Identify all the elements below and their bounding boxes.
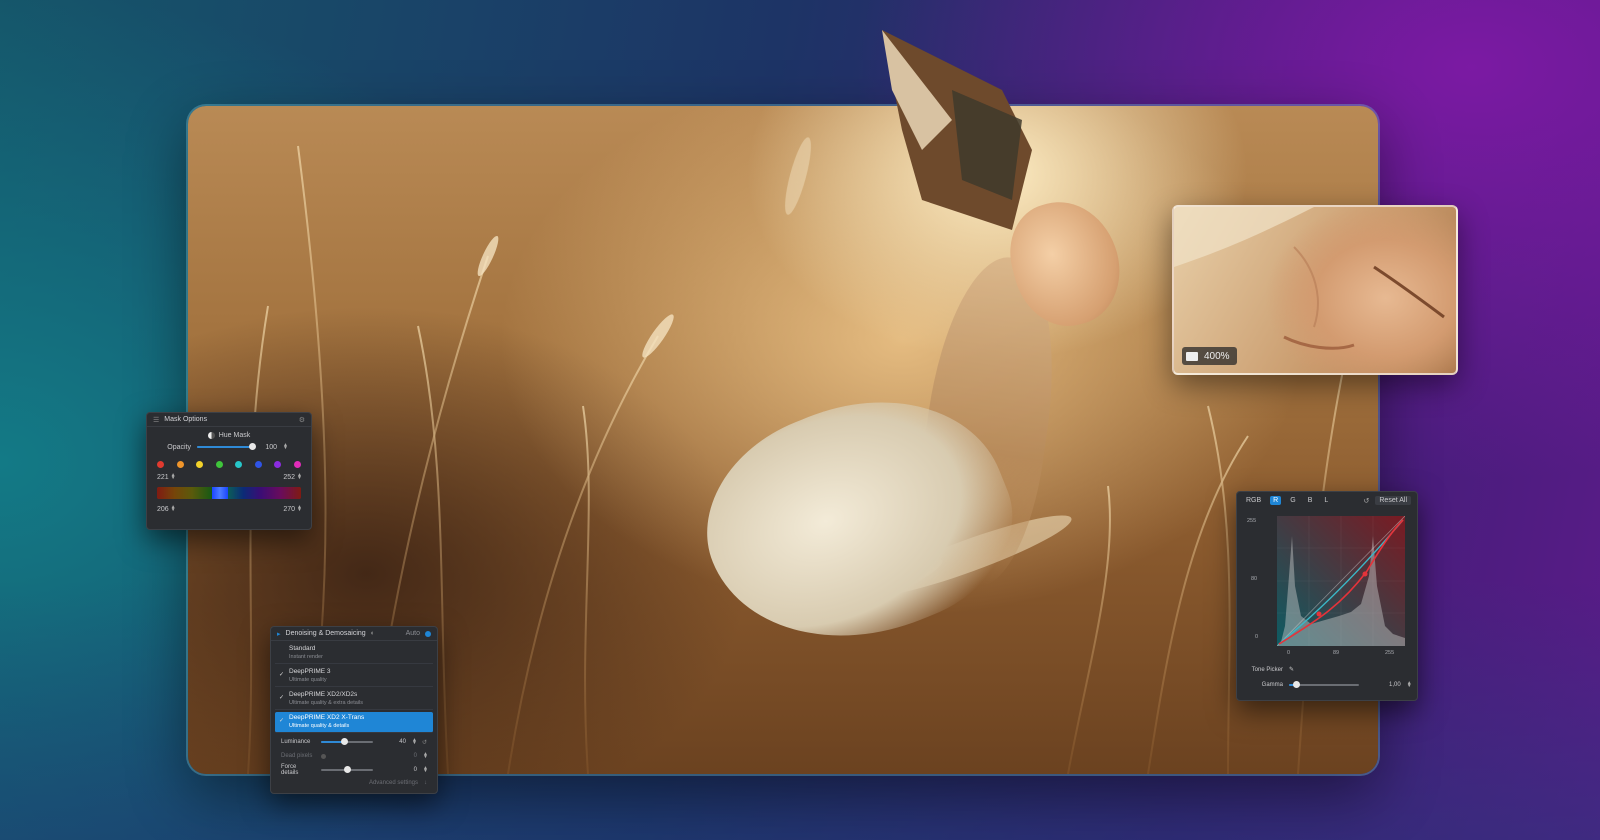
hue-swatch-row [147,456,311,472]
gamma-slider[interactable] [1289,681,1359,688]
eyedropper-icon[interactable]: ✎ [1289,666,1294,673]
gamma-label: Gamma [1261,682,1283,688]
settings-icon[interactable]: ⚙ [299,416,305,424]
force-details-stepper[interactable]: ▲ ▼ [423,766,428,774]
range-low-value-2[interactable]: 206 ▲ ▼ [157,504,176,513]
hue-mask-icon [207,431,215,439]
zoom-level-label: 400% [1204,350,1230,362]
tone-curve-panel: RGB R G B L ↺ Reset All 255 80 0 0 89 25… [1236,491,1418,701]
reset-all-button[interactable]: Reset All [1375,496,1411,505]
hue-mask-label: Hue Mask [218,431,251,439]
collapse-icon[interactable]: ▸ [277,630,281,638]
luminance-label: Luminance [281,739,311,745]
x-axis-right-label[interactable]: 255 [1385,650,1394,656]
denoise-option-deepprime-xtrans[interactable]: ✓ DeepPRIME XD2 X-Trans Ultimate quality… [275,712,433,733]
dead-pixels-value[interactable]: 0 [414,753,417,759]
hue-swatch-2[interactable] [176,460,184,468]
undo-icon[interactable]: ↺ [1364,497,1370,505]
denoise-option-standard[interactable]: Standard Instant render [275,643,433,664]
check-icon: ✓ [279,718,285,724]
zoom-preview[interactable]: 400% [1172,205,1458,375]
force-details-slider[interactable] [321,766,373,773]
y-axis-bottom-label[interactable]: 0 [1255,634,1258,640]
mask-options-panel: ☰ Mask Options ⚙ Hue Mask Opacity 100 ▲ ▼… [146,412,312,530]
luminance-value[interactable]: 40 [399,739,406,745]
denoising-header: ▸ Denoising & Demosaicing ◐ Auto [271,627,437,641]
opacity-stepper[interactable]: ▲ ▼ [283,443,288,451]
range-high-value-2[interactable]: 270 ▲ ▼ [283,504,302,513]
luminance-slider-knob[interactable] [340,738,348,745]
force-details-value[interactable]: 0 [414,767,417,773]
hat-illustration [882,30,1032,230]
opacity-label: Opacity [167,443,191,451]
denoising-title: Denoising & Demosaicing [285,630,366,637]
x-axis-mid-label[interactable]: 89 [1333,650,1339,656]
tone-picker-label: Tone Picker [1251,666,1283,673]
force-details-slider-knob[interactable] [343,766,351,773]
range-low-value[interactable]: 221 ▲ ▼ [157,472,176,481]
curve-control-point[interactable] [1316,611,1322,617]
preview-icon [1186,351,1198,361]
panel-grip-icon[interactable]: ☰ [153,416,159,424]
opacity-value[interactable]: 100 [261,444,277,451]
tone-curve-graph[interactable] [1277,516,1405,646]
check-icon: ✓ [279,672,285,678]
denoise-option-deepprime-xd2[interactable]: ✓ DeepPRIME XD2/XD2s Ultimate quality & … [275,689,433,710]
gamma-slider-knob[interactable] [1292,681,1300,688]
hue-swatch-5[interactable] [235,460,243,468]
expand-icon[interactable]: ↓ [424,780,427,786]
denoising-panel: ▸ Denoising & Demosaicing ◐ Auto Standar… [270,626,438,794]
luminance-reset-icon[interactable]: ↺ [422,739,427,746]
y-axis-top-label[interactable]: 255 [1247,518,1256,524]
channel-rgb[interactable]: RGB [1243,496,1264,505]
channel-g[interactable]: G [1287,496,1298,505]
channel-l[interactable]: L [1321,496,1331,505]
dead-pixels-label: Dead pixels [281,753,313,759]
hue-range-selection[interactable] [211,487,228,499]
hue-swatch-8[interactable] [293,460,301,468]
advanced-settings-link[interactable]: Advanced settings [369,780,418,786]
hue-swatch-7[interactable] [274,460,282,468]
mask-options-header: ☰ Mask Options ⚙ [147,413,311,427]
luminance-slider[interactable] [321,738,373,745]
curve-control-point[interactable] [1362,571,1368,577]
hue-swatch-4[interactable] [215,460,223,468]
channel-b[interactable]: B [1305,496,1316,505]
hue-range-bar[interactable] [157,487,301,499]
mask-options-title: Mask Options [164,416,208,423]
luminance-stepper[interactable]: ▲ ▼ [412,738,417,746]
curve-toolbar: RGB R G B L ↺ Reset All [1237,492,1417,509]
channel-r[interactable]: R [1270,496,1282,505]
aperture-icon[interactable]: ◐ [371,630,375,637]
dead-pixels-stepper[interactable]: ▲ ▼ [423,752,428,760]
x-axis-left-label[interactable]: 0 [1287,650,1290,656]
zoom-level-badge[interactable]: 400% [1182,347,1237,365]
denoise-option-deepprime3[interactable]: ✓ DeepPRIME 3 Ultimate quality [275,666,433,687]
hue-swatch-1[interactable] [157,460,164,468]
enable-toggle-icon[interactable] [425,630,431,637]
opacity-slider-fill [197,446,253,448]
hue-swatch-6[interactable] [254,460,262,468]
y-axis-mid-label[interactable]: 80 [1251,576,1257,582]
range-high-value[interactable]: 252 ▲ ▼ [283,472,302,481]
auto-label[interactable]: Auto [406,630,420,637]
hue-swatch-3[interactable] [196,460,204,468]
check-icon: ✓ [279,695,285,701]
gamma-stepper[interactable]: ▲ ▼ [1407,681,1412,689]
opacity-slider[interactable] [197,443,256,450]
opacity-slider-knob[interactable] [248,443,256,450]
force-details-label: Force details [281,764,299,776]
gamma-value[interactable]: 1,00 [1389,682,1401,688]
dead-pixels-checkbox[interactable] [321,753,326,759]
